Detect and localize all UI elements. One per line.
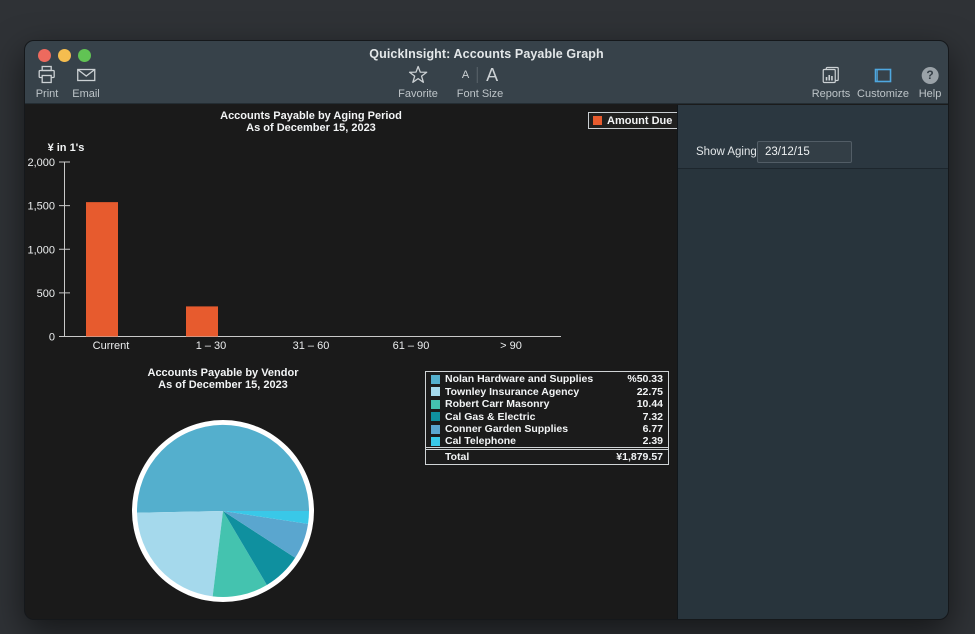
customize-label: Customize: [857, 88, 909, 100]
vendor-value: 22.75: [637, 386, 663, 398]
email-button[interactable]: Email: [72, 65, 100, 100]
vendor-row: Cal Telephone2.39: [426, 436, 668, 449]
vendor-name: Townley Insurance Agency: [445, 386, 637, 398]
pie-chart-svg: [123, 411, 323, 611]
svg-text:0: 0: [49, 332, 55, 344]
vendor-value: 7.32: [643, 411, 663, 423]
svg-text:31 – 60: 31 – 60: [293, 340, 330, 352]
vendor-swatch: [431, 412, 440, 421]
svg-text:500: 500: [37, 288, 55, 300]
app-window: QuickInsight: Accounts Payable Graph Pri…: [24, 40, 949, 620]
help-button[interactable]: ? Help: [919, 65, 942, 100]
customize-icon: [873, 65, 893, 85]
favorite-button[interactable]: Favorite: [398, 65, 438, 100]
vendor-row: Cal Gas & Electric7.32: [426, 411, 668, 424]
reports-label: Reports: [812, 88, 851, 100]
total-swatch-spacer: [431, 452, 440, 461]
svg-text:1,000: 1,000: [27, 244, 55, 256]
vendor-swatch: [431, 387, 440, 396]
font-size-icon: A A: [462, 65, 498, 85]
reports-button[interactable]: Reports: [812, 65, 851, 100]
graph-area: Accounts Payable by Aging Period As of D…: [25, 105, 677, 619]
window-content: Accounts Payable by Aging Period As of D…: [25, 105, 948, 619]
total-label: Total: [445, 451, 616, 463]
total-value: ¥1,879.57: [616, 451, 663, 463]
help-label: Help: [919, 88, 942, 100]
bar-chart-svg: 0 500 1,000 1,500 2,000 Current 1 – 30 31 – 60 6…: [25, 105, 677, 361]
vendor-name: Cal Telephone: [445, 435, 643, 447]
desktop: { "window": { "title": "QuickInsight: Ac…: [0, 0, 975, 634]
svg-text:2,000: 2,000: [27, 157, 55, 169]
window-header: QuickInsight: Accounts Payable Graph Pri…: [25, 41, 948, 104]
vendor-swatch: [431, 425, 440, 434]
vendor-name: Robert Carr Masonry: [445, 398, 637, 410]
star-icon: [408, 65, 428, 85]
vendor-row: Conner Garden Supplies6.77: [426, 423, 668, 436]
vendor-row: Robert Carr Masonry10.44: [426, 398, 668, 411]
reports-icon: [821, 65, 841, 85]
svg-text:61 – 90: 61 – 90: [393, 340, 430, 352]
aging-row: Show Aging as of: [678, 105, 948, 169]
vendor-total-row: Total¥1,879.57: [426, 449, 668, 463]
vendor-legend-table: Nolan Hardware and Supplies%50.33Townley…: [425, 371, 669, 465]
svg-text:Current: Current: [93, 340, 130, 352]
vendor-row: Townley Insurance Agency22.75: [426, 386, 668, 399]
customize-button[interactable]: Customize: [857, 65, 909, 100]
vendor-swatch: [431, 437, 440, 446]
envelope-icon: [76, 65, 96, 85]
svg-text:1,500: 1,500: [27, 201, 55, 213]
vendor-value: 10.44: [637, 398, 663, 410]
vendor-name: Cal Gas & Electric: [445, 411, 643, 423]
vendor-name: Conner Garden Supplies: [445, 423, 643, 435]
vendor-value: %50.33: [627, 373, 663, 385]
vendor-swatch: [431, 375, 440, 384]
pie-chart-title-line1: Accounts Payable by Vendor: [73, 367, 373, 379]
email-label: Email: [72, 88, 100, 100]
font-size-label: Font Size: [457, 88, 503, 100]
question-mark-icon: ?: [922, 65, 939, 85]
vendor-swatch: [431, 400, 440, 409]
vendor-value: 2.39: [643, 435, 663, 447]
svg-text:> 90: > 90: [500, 340, 522, 352]
pie-chart-title: Accounts Payable by Vendor As of Decembe…: [73, 367, 373, 391]
favorite-label: Favorite: [398, 88, 438, 100]
pie-chart-title-line2: As of December 15, 2023: [73, 379, 373, 391]
font-size-button[interactable]: A A Font Size: [457, 65, 503, 100]
options-panel: Show Aging as of: [677, 105, 948, 619]
aging-date-input[interactable]: [757, 141, 852, 163]
print-button[interactable]: Print: [36, 65, 59, 100]
print-label: Print: [36, 88, 59, 100]
svg-text:1 – 30: 1 – 30: [196, 340, 227, 352]
vendor-value: 6.77: [643, 423, 663, 435]
vendor-name: Nolan Hardware and Supplies: [445, 373, 627, 385]
printer-icon: [37, 65, 57, 85]
vendor-row: Nolan Hardware and Supplies%50.33: [426, 373, 668, 386]
window-title: QuickInsight: Accounts Payable Graph: [25, 47, 948, 61]
